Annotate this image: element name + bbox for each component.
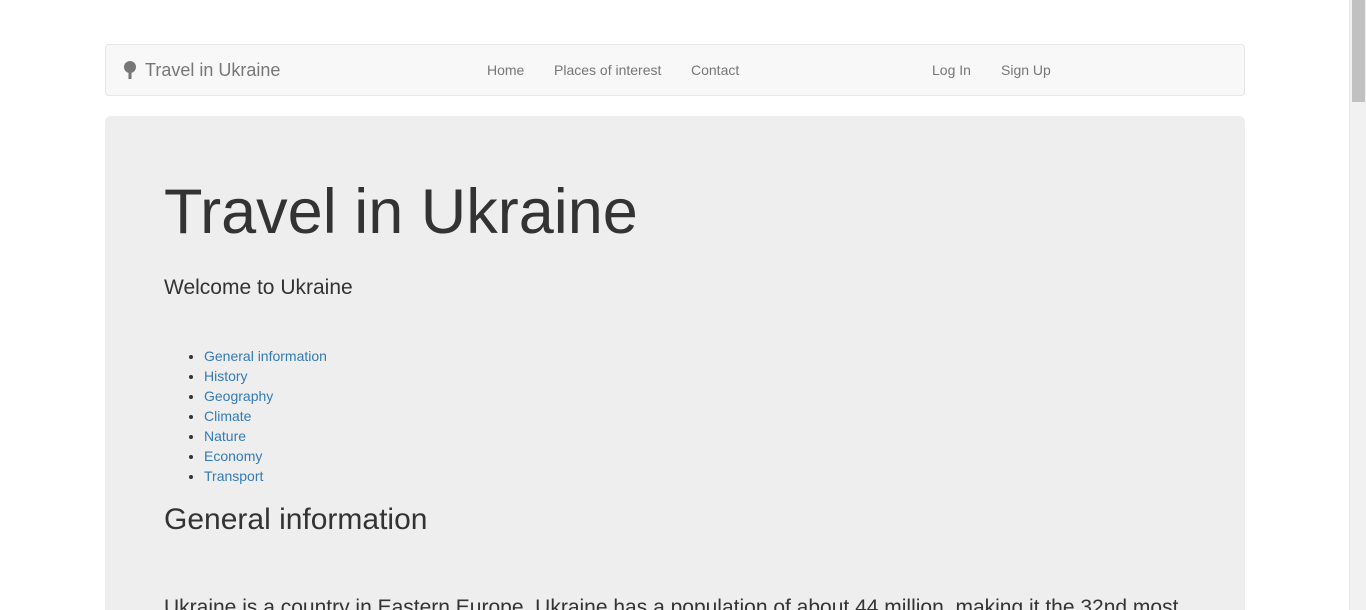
login-link[interactable]: Log In [932, 45, 971, 95]
toc-item: History [204, 366, 327, 386]
vertical-scrollbar[interactable] [1349, 0, 1366, 610]
nav-home[interactable]: Home [487, 45, 524, 95]
toc-item: Geography [204, 386, 327, 406]
tree-icon [122, 61, 138, 79]
table-of-contents: General information History Geography Cl… [164, 346, 327, 486]
toc-link-economy[interactable]: Economy [204, 448, 262, 464]
nav-contact[interactable]: Contact [691, 45, 739, 95]
page-title: Travel in Ukraine [164, 177, 638, 247]
toc-item: Climate [204, 406, 327, 426]
toc-item: Economy [204, 446, 327, 466]
toc-link-transport[interactable]: Transport [204, 468, 263, 484]
page-subtitle: Welcome to Ukraine [164, 276, 353, 299]
toc-item: Nature [204, 426, 327, 446]
jumbotron: Travel in Ukraine Welcome to Ukraine Gen… [105, 116, 1245, 610]
nav-places-of-interest[interactable]: Places of interest [554, 45, 661, 95]
section-paragraph: Ukraine is a country in Eastern Europe. … [164, 596, 1179, 610]
toc-link-general-information[interactable]: General information [204, 348, 327, 364]
signup-link[interactable]: Sign Up [1001, 45, 1051, 95]
scrollbar-thumb[interactable] [1352, 0, 1365, 102]
navbar: Travel in Ukraine Home Places of interes… [105, 44, 1245, 96]
brand-label: Travel in Ukraine [145, 59, 281, 80]
section-heading: General information [164, 503, 428, 536]
toc-link-nature[interactable]: Nature [204, 428, 246, 444]
toc-item: Transport [204, 466, 327, 486]
page: Travel in Ukraine Home Places of interes… [0, 0, 1366, 610]
toc-link-climate[interactable]: Climate [204, 408, 251, 424]
toc-link-geography[interactable]: Geography [204, 388, 273, 404]
toc-link-history[interactable]: History [204, 368, 248, 384]
toc-item: General information [204, 346, 327, 366]
brand-link[interactable]: Travel in Ukraine [122, 45, 280, 95]
